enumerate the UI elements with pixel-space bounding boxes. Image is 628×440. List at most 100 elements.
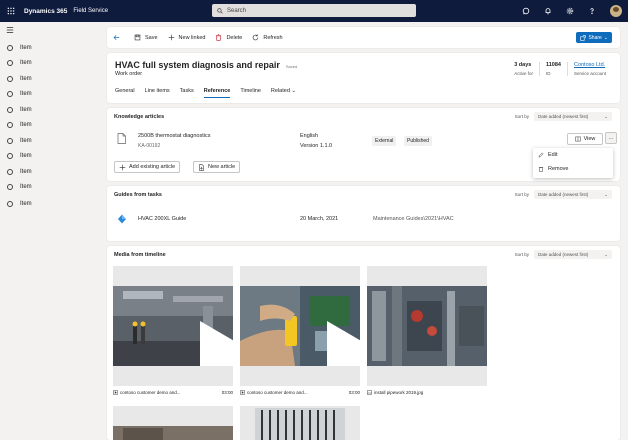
stat-service-account: Contoso Ltd. Service account [566,62,612,76]
video-thumbnail [240,286,360,366]
sidebar-item-label: Item [20,201,32,207]
tab-timeline[interactable]: Timeline [240,88,261,98]
saved-status: Saved [285,64,298,69]
pencil-icon [538,152,544,158]
circle-icon [7,45,13,51]
view-button[interactable]: View [567,133,603,145]
tab-tasks[interactable]: Tasks [180,88,194,98]
more-options-button[interactable]: ... [605,132,617,144]
sort-label: Sort by [514,114,529,119]
edit-label: Edit [548,152,558,158]
chevron-down-icon: ⌄ [604,113,608,119]
guides-section: Guides from tasks Sort by Date added (ne… [107,186,620,241]
help-icon[interactable] [588,7,596,15]
sort-label: Sort by [514,192,529,197]
circle-icon [7,122,13,128]
back-button[interactable] [113,34,124,41]
notification-bell-icon[interactable] [544,7,552,15]
remove-menu-item[interactable]: Remove [533,162,613,176]
app-launcher-icon[interactable] [0,0,22,22]
image-file-icon [367,390,372,395]
media-name-link[interactable]: contoso customer demo and... [120,390,218,395]
stat-active-for: 3 days Active for [508,62,539,76]
edit-menu-item[interactable]: Edit [533,148,613,162]
tab-reference[interactable]: Reference [203,88,231,98]
play-icon[interactable] [292,316,360,366]
hamburger-menu-icon[interactable] [6,26,14,34]
chevron-down-icon: ⌄ [604,191,608,197]
media-item-video[interactable]: contoso customer demo and... 03:00 [113,266,233,395]
circle-icon [7,76,13,82]
video-file-icon [113,390,118,395]
guide-date: 20 March, 2021 [300,216,339,222]
sort-by: Sort by Date added (newest first) ⌄ [515,190,612,199]
media-item-image[interactable]: install pipework 2019.jpg [367,266,487,395]
header-stats: 3 days Active for 11084 ID Contoso Ltd. … [508,62,612,76]
new-document-icon [199,163,204,171]
tab-line-items[interactable]: Line items [145,88,170,98]
sidebar-item[interactable]: Item [7,182,32,192]
tab-general[interactable]: General [115,88,135,98]
record-title: HVAC full system diagnosis and repair Sav… [115,60,297,70]
section-title: Guides from tasks [114,192,162,198]
top-bar: Dynamics 365 Field Service Search [0,0,628,22]
new-article-button[interactable]: New article [193,161,241,173]
media-item-image[interactable] [240,406,360,440]
settings-gear-icon[interactable] [566,7,574,15]
sidebar-item[interactable]: Item [7,136,32,146]
sidebar-item[interactable]: Item [7,151,32,161]
app-name[interactable]: Dynamics 365 [24,8,67,15]
sidebar-item-label: Item [20,91,32,97]
new-linked-label: New linked [178,34,206,41]
sort-value: Date added (newest first) [538,192,589,197]
media-name-link[interactable]: install pipework 2019.jpg [374,390,487,395]
stat-label: ID [545,71,551,76]
article-context-menu: Edit Remove [533,148,613,178]
sidebar-item[interactable]: Item [7,199,32,209]
sort-dropdown[interactable]: Date added (newest first) ⌄ [534,190,612,199]
new-linked-button[interactable]: New linked [168,34,206,41]
sidebar-item[interactable]: Item [7,120,32,130]
sidebar-item[interactable]: Item [7,74,32,84]
media-item-video[interactable]: contoso customer demo and... 03:00 [240,266,360,395]
sidebar-item[interactable]: Item [7,58,32,68]
sort-value: Date added (newest first) [538,114,589,119]
back-arrow-icon [113,35,120,40]
sidebar-item[interactable]: Item [7,105,32,115]
media-name-link[interactable]: contoso customer demo and... [247,390,345,395]
image-thumbnail [240,406,360,440]
guide-row[interactable]: HVAC 200XL Guide 20 March, 2021 Maintena… [114,212,613,230]
sidebar-item[interactable]: Item [7,89,32,99]
view-label: View [583,136,596,142]
circle-icon [7,153,13,159]
search-input[interactable]: Search [212,4,416,17]
article-version: Version 1.1.0 [300,143,333,149]
save-button[interactable]: Save [134,34,158,41]
service-account-link[interactable]: Contoso Ltd. [574,62,606,68]
delete-button[interactable]: Delete [215,34,242,41]
tab-related[interactable]: Related ⌄ [271,88,296,98]
refresh-button[interactable]: Refresh [252,34,283,41]
stat-id: 11084 ID [538,62,567,76]
record-tabs: General Line items Tasks Reference Timel… [115,88,296,98]
sidebar-item-label: Item [20,60,32,66]
play-icon[interactable] [165,316,233,366]
image-thumbnail [113,406,233,440]
media-item-image[interactable] [113,406,233,440]
stat-label: Service account [573,71,606,76]
sort-dropdown[interactable]: Date added (newest first) ⌄ [534,250,612,259]
sidebar-item-label: Item [20,76,32,82]
media-duration: 03:00 [348,390,360,395]
add-existing-article-button[interactable]: Add existing article [114,161,181,173]
share-button[interactable]: Share ⌄ [576,32,612,43]
user-avatar[interactable] [610,5,622,17]
sidebar-item[interactable]: Item [7,167,32,177]
sidebar-item[interactable]: Item [7,43,32,53]
trash-icon [216,34,222,41]
chat-icon[interactable] [522,7,530,15]
article-id: KA-00192 [138,143,161,149]
delete-label: Delete [226,34,243,41]
refresh-label: Refresh [263,34,283,41]
sort-dropdown[interactable]: Date added (newest first) ⌄ [534,112,612,121]
guide-icon [118,214,126,224]
